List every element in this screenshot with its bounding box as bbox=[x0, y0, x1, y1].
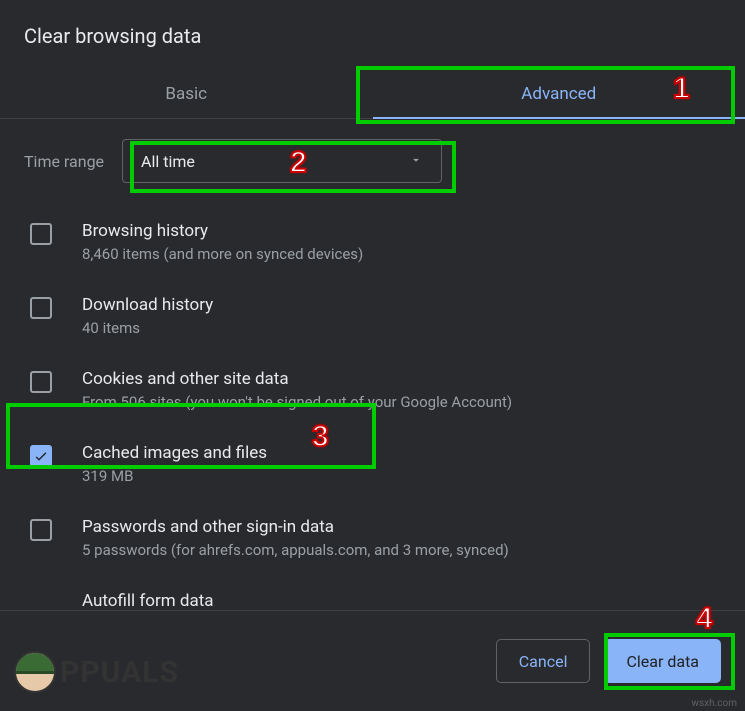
option-title: Cached images and files bbox=[82, 443, 721, 463]
time-range-select[interactable]: All time bbox=[122, 139, 442, 183]
checkbox-cached-images[interactable] bbox=[30, 445, 52, 467]
cancel-button[interactable]: Cancel bbox=[496, 639, 591, 683]
option-sub: 40 items bbox=[82, 319, 721, 337]
option-title: Cookies and other site data bbox=[82, 369, 721, 389]
checkbox-cookies[interactable] bbox=[30, 371, 52, 393]
clear-browsing-data-dialog: Clear browsing data Basic Advanced Time … bbox=[0, 0, 745, 711]
tab-advanced-label: Advanced bbox=[521, 84, 596, 104]
chevron-down-icon bbox=[409, 152, 423, 171]
annotation-number-4: 4 bbox=[696, 602, 713, 636]
time-range-label: Time range bbox=[24, 152, 104, 171]
option-cookies: Cookies and other site data From 506 sit… bbox=[24, 359, 721, 433]
option-title: Download history bbox=[82, 295, 721, 315]
cancel-button-label: Cancel bbox=[519, 652, 568, 671]
option-title: Passwords and other sign-in data bbox=[82, 517, 721, 537]
annotation-number-2: 2 bbox=[290, 146, 307, 180]
option-sub: 8,460 items (and more on synced devices) bbox=[82, 245, 721, 263]
option-title: Autofill form data bbox=[82, 591, 721, 611]
annotation-number-1: 1 bbox=[673, 72, 690, 106]
checkbox-download-history[interactable] bbox=[30, 297, 52, 319]
option-sub: 5 passwords (for ahrefs.com, appuals.com… bbox=[82, 541, 721, 559]
tab-basic[interactable]: Basic bbox=[0, 70, 373, 118]
dialog-title: Clear browsing data bbox=[0, 0, 745, 48]
option-download-history: Download history 40 items bbox=[24, 285, 721, 359]
tab-basic-label: Basic bbox=[165, 84, 207, 104]
option-cache: Cached images and files 319 MB bbox=[24, 433, 721, 507]
option-passwords: Passwords and other sign-in data 5 passw… bbox=[24, 507, 721, 581]
time-range-value: All time bbox=[141, 152, 195, 171]
site-logo: PPUALS bbox=[14, 651, 179, 693]
logo-text: PPUALS bbox=[60, 655, 179, 690]
annotation-number-3: 3 bbox=[312, 420, 329, 454]
clear-data-button[interactable]: Clear data bbox=[604, 639, 721, 683]
time-range-row: Time range All time bbox=[24, 139, 721, 183]
checkbox-passwords[interactable] bbox=[30, 519, 52, 541]
watermark: wsxh.com bbox=[692, 698, 738, 709]
clear-data-button-label: Clear data bbox=[626, 652, 699, 671]
option-sub: 319 MB bbox=[82, 467, 721, 485]
checkbox-browsing-history[interactable] bbox=[30, 223, 52, 245]
option-title: Browsing history bbox=[82, 221, 721, 241]
options-list: Browsing history 8,460 items (and more o… bbox=[24, 211, 721, 615]
logo-avatar-icon bbox=[14, 651, 56, 693]
tab-bar: Basic Advanced bbox=[0, 70, 745, 119]
dialog-content: Time range All time Browsing history 8,4… bbox=[0, 119, 745, 615]
option-browsing-history: Browsing history 8,460 items (and more o… bbox=[24, 211, 721, 285]
option-sub: From 506 sites (you won't be signed out … bbox=[82, 393, 721, 411]
